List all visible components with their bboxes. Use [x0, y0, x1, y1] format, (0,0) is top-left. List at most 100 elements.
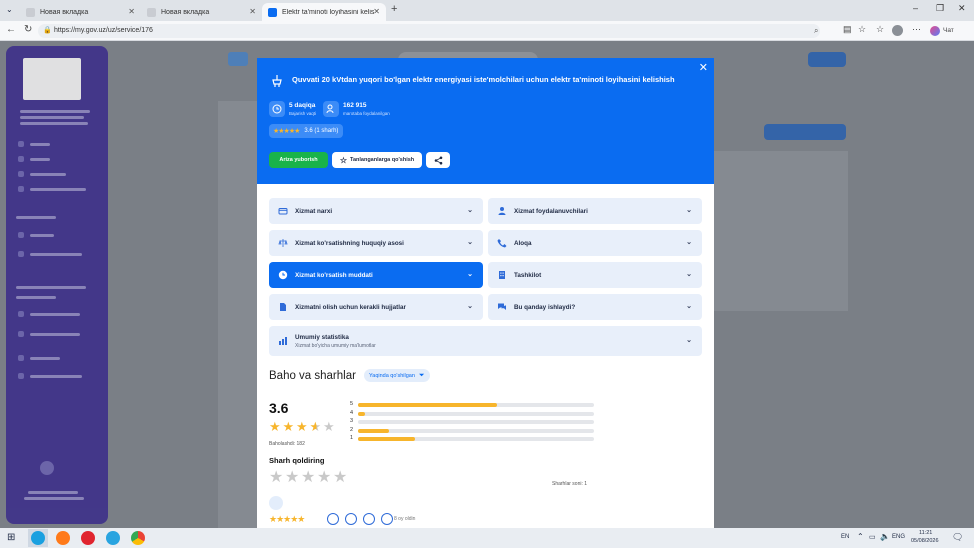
apply-button[interactable]: Ariza yuborish	[269, 152, 328, 168]
tray-chevron-icon[interactable]: ⌃	[857, 532, 864, 541]
clock-date[interactable]: 05/08/2026	[911, 538, 939, 544]
volume-icon[interactable]: 🔈	[880, 532, 890, 541]
chevron-down-icon: ⌄	[467, 207, 473, 214]
minimize-icon[interactable]: –	[913, 3, 918, 13]
notifications-icon[interactable]: 🗨	[952, 532, 963, 543]
rating-star: ★	[269, 419, 281, 434]
browser-tab[interactable]: Новая вкладка ✕	[20, 3, 141, 21]
report-icon[interactable]	[381, 513, 393, 525]
like-icon[interactable]	[327, 513, 339, 525]
telegram-icon[interactable]	[106, 531, 120, 545]
chat-label[interactable]: Чат	[943, 27, 954, 34]
more-menu-icon[interactable]: ⋯	[912, 24, 921, 35]
back-icon[interactable]: ←	[6, 24, 16, 35]
collections-icon[interactable]: ☆	[876, 24, 884, 35]
accordion-contact[interactable]: Aloqa ⌄	[488, 230, 702, 256]
add-to-favorites-button[interactable]: ☆ Tanlanganlarga qo'shish	[332, 152, 422, 168]
distribution-track	[358, 420, 594, 425]
sidebar-placeholder	[30, 253, 82, 256]
input-star[interactable]: ★	[333, 470, 347, 486]
favorite-star-icon[interactable]: ☆	[858, 24, 866, 35]
stats-title: Umumiy statistika	[295, 334, 349, 341]
input-star[interactable]: ★	[285, 470, 299, 486]
accordion-how-it-works[interactable]: Bu qanday ishlaydi? ⌄	[488, 294, 702, 320]
search-icon[interactable]: ⌕	[814, 24, 818, 38]
sidebar-icon	[18, 156, 24, 162]
tab-list-chevron-icon[interactable]: ⌄	[6, 5, 13, 14]
opera-icon[interactable]	[81, 531, 95, 545]
site-info-icon[interactable]: 🔒	[43, 24, 52, 38]
reload-icon[interactable]: ↻	[24, 24, 32, 35]
copilot-icon[interactable]	[930, 26, 940, 36]
close-tab-icon[interactable]: ✕	[249, 7, 256, 16]
reply-icon[interactable]	[345, 513, 357, 525]
clock-time[interactable]: 11:21	[919, 530, 932, 536]
rating-chip: ★★★★★ 3.6 (1 sharh)	[269, 124, 343, 138]
edge-icon[interactable]	[31, 531, 45, 545]
input-language[interactable]: EN	[841, 534, 849, 540]
sidebar-placeholder	[28, 491, 78, 494]
firefox-icon[interactable]	[56, 531, 70, 545]
reviews-count: Sharhlar soni: 1	[552, 481, 588, 487]
support-icon	[40, 461, 54, 475]
chevron-down-icon: ⌄	[467, 303, 473, 310]
sidebar-placeholder	[24, 497, 84, 500]
accordion-legal-basis[interactable]: Xizmat ko'rsatishning huquqiy asosi ⌄	[269, 230, 483, 256]
accordion-organization[interactable]: Tashkilot ⌄	[488, 262, 702, 288]
accordion-service-price[interactable]: Xizmat narxi ⌄	[269, 198, 483, 224]
sidebar-icon	[18, 186, 24, 192]
sidebar-placeholder	[30, 234, 54, 237]
filter-icon: ⏷	[418, 371, 425, 379]
new-tab-button[interactable]: +	[391, 3, 397, 15]
stats-subtitle: Xizmat bo'yicha umumiy ma'lumotlar	[295, 343, 376, 349]
sidebar-placeholder	[30, 188, 86, 191]
tab-favicon	[268, 7, 277, 17]
background-panel	[218, 101, 258, 528]
accordion-label: Xizmat foydalanuvchilari	[514, 207, 588, 215]
accordion-service-users[interactable]: Xizmat foydalanuvchilari ⌄	[488, 198, 702, 224]
share-icon	[434, 156, 442, 164]
restore-icon[interactable]: ❐	[936, 3, 944, 14]
chrome-icon[interactable]	[131, 531, 145, 545]
power-line-icon	[272, 75, 282, 87]
close-modal-button[interactable]: ✕	[699, 61, 708, 74]
rating-star: ★	[309, 419, 322, 434]
sidebar-placeholder	[30, 357, 60, 360]
keyboard-language[interactable]: ENG	[892, 534, 905, 540]
tab-favicon	[26, 7, 35, 17]
accordion-service-duration[interactable]: Xizmat ko'rsatish muddati ⌄	[269, 262, 483, 288]
sidebar-icon	[18, 251, 24, 257]
close-tab-icon[interactable]: ✕	[373, 7, 380, 16]
sort-filter-chip[interactable]: Yaqinda qo'shilgan ⏷	[364, 369, 430, 382]
sidebar-placeholder	[30, 143, 50, 146]
reader-mode-icon[interactable]: ▤	[843, 24, 852, 35]
share-button[interactable]	[426, 152, 450, 168]
distribution-track	[358, 403, 594, 407]
input-star[interactable]: ★	[269, 470, 283, 486]
browser-tab[interactable]: Новая вкладка ✕	[141, 3, 262, 21]
close-tab-icon[interactable]: ✕	[128, 7, 135, 16]
sidebar-icon	[18, 331, 24, 337]
sidebar-placeholder	[20, 110, 90, 113]
input-star[interactable]: ★	[317, 470, 331, 486]
sidebar-icon	[18, 373, 24, 379]
browser-tab-active[interactable]: Elektr ta'minoti loyihasini kelishish ✕	[262, 3, 386, 21]
input-star[interactable]: ★	[301, 470, 315, 486]
rating-star: ★	[296, 419, 308, 434]
sidebar-placeholder	[16, 286, 86, 289]
building-icon	[499, 271, 505, 279]
address-bar[interactable]: 🔒 https://my.gov.uz/uz/service/176 ⌕	[38, 24, 820, 38]
accordion-general-statistics[interactable]: Umumiy statistika Xizmat bo'yicha umumiy…	[269, 326, 702, 356]
review-time: 8 oy oldin	[394, 516, 416, 522]
tab-label: Elektr ta'minoti loyihasini kelishish	[282, 8, 374, 16]
close-window-icon[interactable]: ✕	[958, 3, 966, 14]
windows-start-icon[interactable]: ⊞	[7, 532, 15, 543]
scales-icon	[278, 239, 288, 247]
chevron-down-icon: ⌄	[686, 303, 692, 310]
share-review-icon[interactable]	[363, 513, 375, 525]
duration-label: Bajarish vaqti	[289, 111, 317, 116]
accordion-required-documents[interactable]: Xizmatni olish uchun kerakli hujjatlar ⌄	[269, 294, 483, 320]
rated-count: Baholashdi: 182	[269, 441, 305, 447]
network-icon[interactable]: ▭	[869, 533, 876, 541]
profile-avatar[interactable]	[892, 25, 903, 36]
